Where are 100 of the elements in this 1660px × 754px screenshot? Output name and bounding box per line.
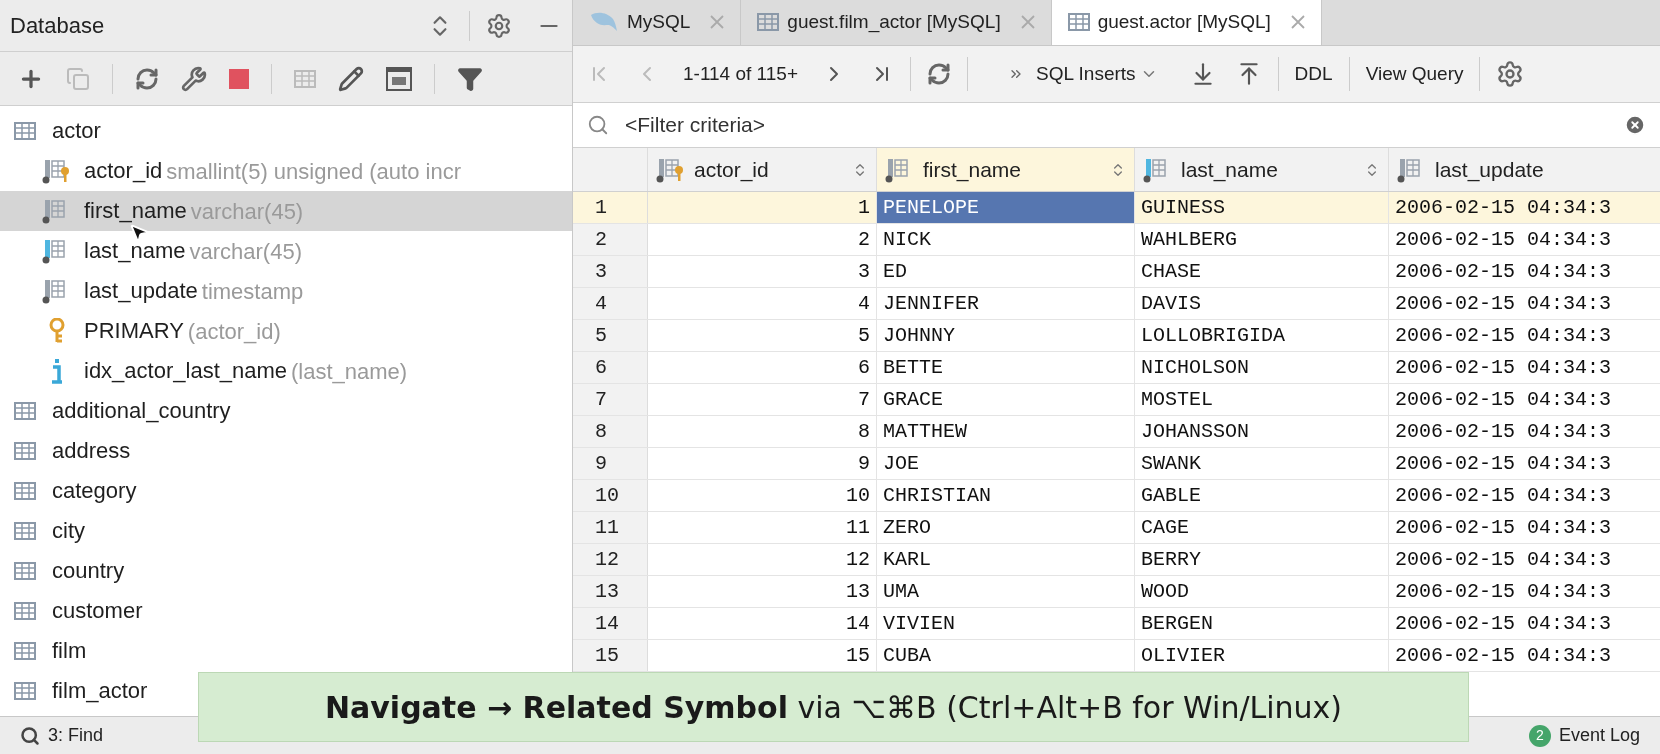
table-cell: GABLE <box>1135 480 1389 511</box>
table-cell: PENELOPE <box>877 192 1135 223</box>
tree-item-label: country <box>52 560 125 582</box>
table-cell: 2006-02-15 04:34:3 <box>1389 224 1660 255</box>
tab-label: MySQL <box>627 9 691 34</box>
table-cell: 15 <box>648 640 877 671</box>
tree-item-label: film <box>52 640 87 662</box>
table-cell: CUBA <box>877 640 1135 671</box>
tab-label: guest.film_actor [MySQL] <box>787 9 1001 35</box>
row-number: 14 <box>595 610 619 637</box>
table-cell: SWANK <box>1135 448 1389 479</box>
table-cell: 5 <box>648 320 877 351</box>
column-header-label: actor_id <box>694 156 770 184</box>
tree-item-label: film_actor <box>52 680 148 702</box>
table-cell: MOSTEL <box>1135 384 1389 415</box>
notification-badge: 2 <box>1528 724 1551 747</box>
table-cell: 2006-02-15 04:34:3 <box>1389 512 1660 543</box>
tree-item-detail: (last_name) <box>291 357 408 386</box>
column-header-label: first_name <box>923 156 1023 184</box>
table-cell: 6 <box>648 352 877 383</box>
row-number: 15 <box>595 642 619 669</box>
table-cell: 2006-02-15 04:34:3 <box>1389 352 1660 383</box>
table-cell: BERRY <box>1135 544 1389 575</box>
table-cell: MATTHEW <box>877 416 1135 447</box>
table-cell: LOLLOBRIGIDA <box>1135 320 1389 351</box>
table-cell: 2006-02-15 04:34:3 <box>1389 448 1660 479</box>
tree-item-label: actor <box>52 120 101 142</box>
row-number: 6 <box>595 354 607 381</box>
tree-item-label: customer <box>52 600 143 622</box>
tree-item-detail: (actor_id) <box>187 317 281 346</box>
table-cell: 10 <box>648 480 877 511</box>
row-number: 10 <box>595 482 619 509</box>
table-cell: OLIVIER <box>1135 640 1389 671</box>
tree-item-label: last_update <box>84 280 198 302</box>
table-cell: ZERO <box>877 512 1135 543</box>
table-cell: 13 <box>648 576 877 607</box>
table-cell: 7 <box>648 384 877 415</box>
tree-item-detail: timestamp <box>201 277 304 306</box>
column-header-label: last_update <box>1435 156 1544 184</box>
column-header-label: last_name <box>1181 156 1279 184</box>
tree-item-label: first_name <box>84 200 187 222</box>
table-cell: 2006-02-15 04:34:3 <box>1389 608 1660 639</box>
table-cell: UMA <box>877 576 1135 607</box>
table-cell: WOOD <box>1135 576 1389 607</box>
table-cell: ED <box>877 256 1135 287</box>
table-cell: 2006-02-15 04:34:3 <box>1389 416 1660 447</box>
page-range: 1-114 of 115+ <box>683 61 798 86</box>
shortcut-hint-toast: Navigate → Related Symbol via ⌥⌘B (Ctrl+Alt+B for Win/Linux) <box>198 672 1469 742</box>
table-cell: 2006-02-15 04:34:3 <box>1389 480 1660 511</box>
table-cell: CHASE <box>1135 256 1389 287</box>
table-cell: 8 <box>648 416 877 447</box>
table-cell: CHRISTIAN <box>877 480 1135 511</box>
row-number: 1 <box>595 194 607 221</box>
tree-item-label: last_name <box>84 240 186 262</box>
row-number: 13 <box>595 578 619 605</box>
table-cell: 2006-02-15 04:34:3 <box>1389 320 1660 351</box>
table-cell: 2006-02-15 04:34:3 <box>1389 544 1660 575</box>
tree-item-label: additional_country <box>52 400 231 422</box>
table-cell: GRACE <box>877 384 1135 415</box>
table-cell: WAHLBERG <box>1135 224 1389 255</box>
table-cell: JOHNNY <box>877 320 1135 351</box>
tab-label: guest.actor [MySQL] <box>1097 9 1271 34</box>
tree-item-label: city <box>52 520 85 542</box>
table-cell: JOE <box>877 448 1135 479</box>
tree-item-detail: varchar(45) <box>190 197 304 226</box>
table-cell: CAGE <box>1135 512 1389 543</box>
table-cell: 2006-02-15 04:34:3 <box>1389 256 1660 287</box>
table-cell: JENNIFER <box>877 288 1135 319</box>
row-number: 4 <box>595 290 607 317</box>
table-cell: 2006-02-15 04:34:3 <box>1389 192 1660 223</box>
table-cell: 2006-02-15 04:34:3 <box>1389 384 1660 415</box>
table-cell: GUINESS <box>1135 192 1389 223</box>
table-cell: 2 <box>648 224 877 255</box>
table-cell: 2006-02-15 04:34:3 <box>1389 576 1660 607</box>
tree-item-detail: varchar(45) <box>189 237 302 266</box>
table-cell: DAVIS <box>1135 288 1389 319</box>
row-number: 7 <box>595 386 607 413</box>
row-number: 3 <box>595 258 607 285</box>
tree-item-detail: smallint(5) unsigned (auto incr <box>166 157 461 186</box>
table-cell: 2006-02-15 04:34:3 <box>1389 288 1660 319</box>
table-cell: KARL <box>877 544 1135 575</box>
tree-item-label: idx_actor_last_name <box>84 360 287 382</box>
table-cell: VIVIEN <box>877 608 1135 639</box>
table-cell: 9 <box>648 448 877 479</box>
tree-item-label: category <box>52 480 137 502</box>
table-cell: 12 <box>648 544 877 575</box>
table-cell: JOHANSSON <box>1135 416 1389 447</box>
table-cell: 4 <box>648 288 877 319</box>
tree-item-label: actor_id <box>84 160 163 182</box>
row-number: 12 <box>595 546 619 573</box>
table-cell: 14 <box>648 608 877 639</box>
table-cell: 2006-02-15 04:34:3 <box>1389 640 1660 671</box>
table-cell: 11 <box>648 512 877 543</box>
row-number: 9 <box>595 450 607 477</box>
tree-item-label: address <box>52 440 131 462</box>
row-number: 11 <box>595 514 619 541</box>
table-cell: NICHOLSON <box>1135 352 1389 383</box>
table-cell: 3 <box>648 256 877 287</box>
panel-title: Database <box>10 12 106 40</box>
table-cell: BERGEN <box>1135 608 1389 639</box>
